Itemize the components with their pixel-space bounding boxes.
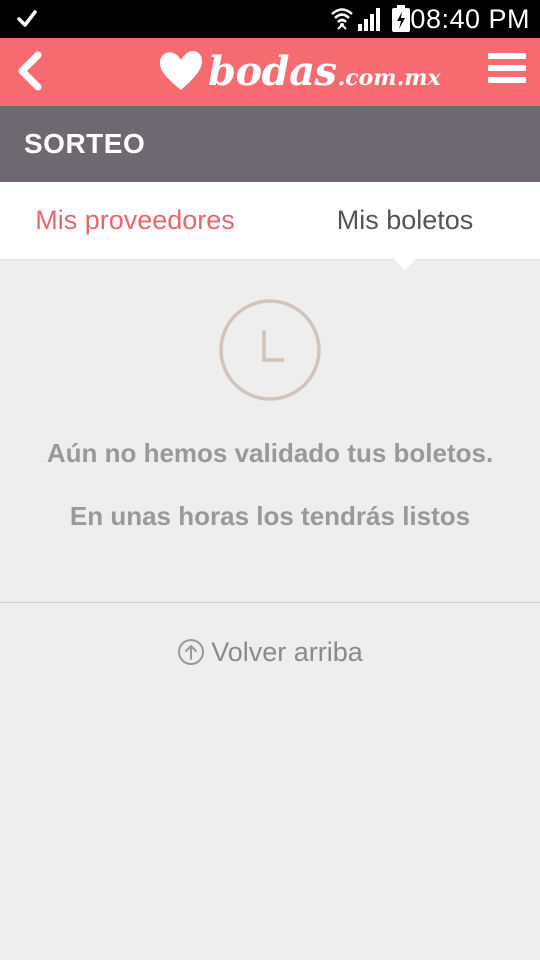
back-to-top-label: Volver arriba <box>211 636 363 667</box>
brand-tld: .com.mx <box>337 65 441 91</box>
clock-time: 08:40 PM <box>410 4 530 34</box>
chevron-left-icon[interactable] <box>14 51 50 91</box>
signal-icon <box>358 8 380 31</box>
brand-name: bodas <box>208 47 337 95</box>
arrow-up-circle-icon <box>178 639 205 665</box>
empty-state-submessage: En unas horas los tendrás listos <box>69 501 471 531</box>
app-bar: bodas .com.mx <box>0 38 540 106</box>
battery-charging-icon <box>392 5 410 32</box>
section-header: SORTEO <box>0 106 540 182</box>
menu-button[interactable] <box>488 53 526 87</box>
wifi-icon <box>331 8 353 30</box>
hamburger-menu-icon <box>488 53 526 59</box>
tab-bar: Mis proveedores Mis boletos <box>0 182 540 260</box>
status-bar: 08:40 PM <box>0 0 540 38</box>
divider <box>0 602 540 603</box>
page-title: SORTEO <box>24 128 146 159</box>
empty-state-message: Aún no hemos validado tus boletos. <box>46 438 494 468</box>
check-icon <box>17 10 37 27</box>
tab-mis-proveedores[interactable]: Mis proveedores <box>0 182 270 259</box>
back-to-top-link[interactable]: Volver arriba <box>0 632 540 672</box>
heart-icon <box>159 51 203 90</box>
tab-mis-boletos[interactable]: Mis boletos <box>270 182 540 259</box>
clock-icon <box>219 299 321 401</box>
brand-logo[interactable]: bodas .com.mx <box>158 43 441 99</box>
active-tab-indicator <box>393 258 417 270</box>
